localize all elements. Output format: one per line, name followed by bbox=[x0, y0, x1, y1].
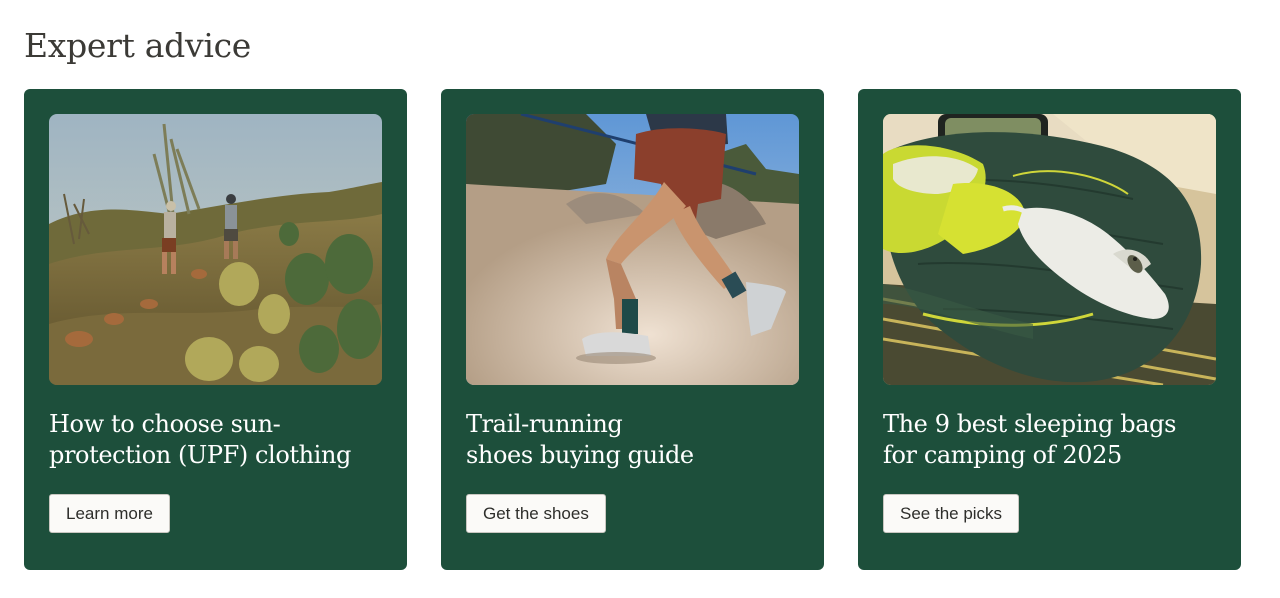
get-the-shoes-button[interactable]: Get the shoes bbox=[466, 494, 606, 533]
dog-on-sleeping-bag-photo[interactable] bbox=[883, 114, 1216, 385]
article-card-sleeping-bags: The 9 best sleeping bags for camping of … bbox=[858, 89, 1241, 570]
trail-runner-photo[interactable] bbox=[466, 114, 799, 385]
hikers-in-desert-photo[interactable] bbox=[49, 114, 382, 385]
see-the-picks-button[interactable]: See the picks bbox=[883, 494, 1020, 533]
card-title-line: for camping of 2025 bbox=[883, 441, 1122, 469]
card-title-line: The 9 best sleeping bags bbox=[883, 410, 1176, 438]
card-title-line: shoes buying guide bbox=[466, 441, 694, 469]
article-card-upf-clothing: How to choose sun- protection (UPF) clot… bbox=[24, 89, 407, 570]
section-title: Expert advice bbox=[24, 26, 251, 65]
card-title[interactable]: The 9 best sleeping bags for camping of … bbox=[883, 409, 1223, 471]
article-card-trail-running-shoes: Trail-running shoes buying guide Get the… bbox=[441, 89, 824, 570]
card-title-line: protection (UPF) clothing bbox=[49, 441, 351, 469]
card-title[interactable]: Trail-running shoes buying guide bbox=[466, 409, 806, 471]
learn-more-button[interactable]: Learn more bbox=[49, 494, 170, 533]
card-title-line: How to choose sun- bbox=[49, 410, 281, 438]
card-title-line: Trail-running bbox=[466, 410, 623, 438]
card-list: How to choose sun- protection (UPF) clot… bbox=[24, 89, 1241, 570]
card-title[interactable]: How to choose sun- protection (UPF) clot… bbox=[49, 409, 389, 471]
